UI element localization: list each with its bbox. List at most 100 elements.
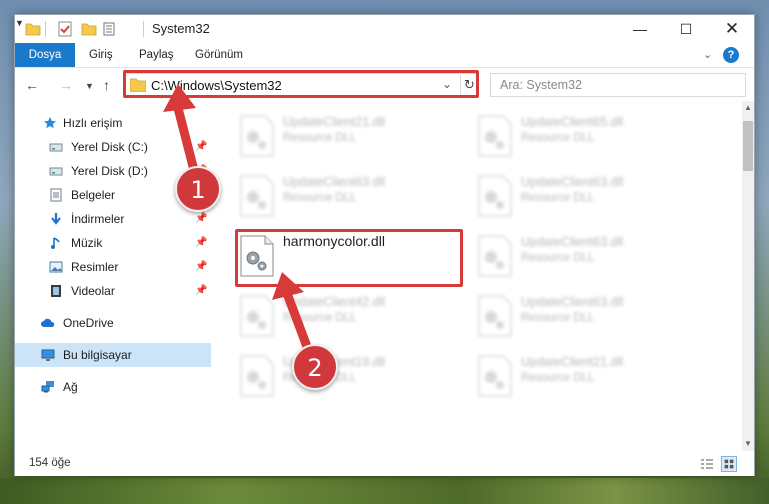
file-name: UpdateClient63.dll xyxy=(521,235,624,249)
list-item-harmonycolor[interactable]: harmonycolor.dll xyxy=(233,229,465,285)
address-bar[interactable]: C:\Windows\System32 ⌄ ↻ xyxy=(125,73,477,97)
list-item[interactable]: UpdateClient63.dll Resource DLL xyxy=(471,289,703,345)
window-title: System32 xyxy=(152,21,210,36)
file-type: Resource DLL xyxy=(521,312,595,324)
list-item[interactable]: UpdateClient21.dll Resource DLL xyxy=(471,349,703,405)
item-count: 154 öğe xyxy=(29,457,71,469)
file-type: Resource DLL xyxy=(283,192,357,204)
pin-icon[interactable]: 📌 xyxy=(195,255,207,279)
list-item[interactable]: UpdateClient42.dll Resource DLL xyxy=(233,289,465,345)
dll-file-icon xyxy=(478,235,512,277)
file-name: UpdateClient65.dll xyxy=(521,115,624,129)
back-arrow-icon[interactable]: ← xyxy=(25,77,39,93)
documents-icon xyxy=(50,188,62,202)
ribbon-tabs: Dosya Giriş Paylaş Görünüm ⌄ ? xyxy=(15,43,754,68)
file-type: Resource DLL xyxy=(521,252,595,264)
file-name: UpdateClient21.dll xyxy=(521,355,624,369)
properties-check-icon[interactable] xyxy=(57,21,73,37)
sidebar-item-downloads[interactable]: İndirmeler 📌 xyxy=(15,207,211,231)
desktop-background xyxy=(0,478,769,504)
sidebar-item-network[interactable]: Ağ xyxy=(15,375,211,399)
address-dropdown-icon[interactable]: ⌄ xyxy=(442,77,452,91)
file-name: UpdateClient63.dll xyxy=(521,175,624,189)
list-item[interactable]: UpdateClient65.dll Resource DLL xyxy=(471,109,703,165)
new-folder-icon[interactable] xyxy=(81,21,97,37)
sidebar-item-pictures[interactable]: Resimler 📌 xyxy=(15,255,211,279)
sidebar-item-label: Bu bilgisayar xyxy=(63,348,132,362)
scroll-up-icon[interactable]: ▲ xyxy=(742,101,754,115)
step-badge-2: 2 xyxy=(292,344,338,390)
pin-icon[interactable]: 📌 xyxy=(195,279,207,303)
toolbar-separator xyxy=(45,21,46,37)
status-bar: 154 öğe xyxy=(15,452,754,476)
video-icon xyxy=(51,285,61,297)
dll-file-icon xyxy=(240,175,274,217)
file-name: UpdateClient63.dll xyxy=(283,175,386,189)
file-type: Resource DLL xyxy=(283,312,357,324)
maximize-button[interactable]: ☐ xyxy=(663,15,709,43)
expand-ribbon-icon[interactable]: ⌄ xyxy=(703,48,712,61)
sidebar-item-local-disk-c[interactable]: Yerel Disk (C:) 📌 xyxy=(15,135,211,159)
tiles-view-icon[interactable] xyxy=(721,456,737,472)
sidebar-item-label: Resimler xyxy=(71,260,119,274)
tab-home[interactable]: Giriş xyxy=(87,43,115,67)
sidebar-item-label: Yerel Disk (D:) xyxy=(71,164,148,178)
sidebar-item-music[interactable]: Müzik 📌 xyxy=(15,231,211,255)
forward-arrow-icon[interactable]: → xyxy=(59,77,73,93)
customize-toolbar-dropdown-icon[interactable]: ▼ xyxy=(15,18,24,28)
list-item[interactable]: UpdateClient21.dll Resource DLL xyxy=(233,109,465,165)
title-separator xyxy=(143,21,144,37)
file-explorer-window: ▼ System32 — ☐ ✕ Dosya Giriş Paylaş Görü… xyxy=(14,14,755,476)
address-row: ← → ▼ ↑ C:\Windows\System32 ⌄ ↻ Ara: Sys… xyxy=(15,69,754,101)
pin-icon[interactable]: 📌 xyxy=(195,231,207,255)
quick-access-toolbar-icon[interactable] xyxy=(103,21,119,37)
dll-file-icon xyxy=(478,115,512,157)
sidebar-item-this-pc[interactable]: Bu bilgisayar xyxy=(15,343,211,367)
sidebar-item-videos[interactable]: Videolar 📌 xyxy=(15,279,211,303)
cloud-icon xyxy=(41,318,55,327)
dll-file-icon xyxy=(240,115,274,157)
scroll-thumb[interactable] xyxy=(743,121,753,171)
sidebar-item-label: Hızlı erişim xyxy=(63,116,123,130)
list-item[interactable]: UpdateClient63.dll Resource DLL xyxy=(471,229,703,285)
tab-view[interactable]: Görünüm xyxy=(193,43,245,67)
tab-file[interactable]: Dosya xyxy=(15,43,75,67)
sidebar-item-label: Yerel Disk (C:) xyxy=(71,140,148,154)
help-icon[interactable]: ? xyxy=(723,47,739,63)
dll-file-icon xyxy=(478,355,512,397)
tab-share[interactable]: Paylaş xyxy=(137,43,176,67)
file-name: UpdateClient63.dll xyxy=(521,295,624,309)
music-icon xyxy=(51,237,60,249)
sidebar-item-label: İndirmeler xyxy=(71,212,125,226)
file-type: Resource DLL xyxy=(521,132,595,144)
up-arrow-icon[interactable]: ↑ xyxy=(103,77,110,93)
download-icon xyxy=(51,213,61,225)
sidebar-item-label: Müzik xyxy=(71,236,103,250)
sidebar-item-onedrive[interactable]: OneDrive xyxy=(15,311,211,335)
folder-icon xyxy=(130,78,146,92)
vertical-scrollbar[interactable]: ▲ ▼ xyxy=(742,101,754,451)
step-badge-1: 1 xyxy=(175,166,221,212)
dll-file-icon xyxy=(240,355,274,397)
file-list: UpdateClient21.dll Resource DLL UpdateCl… xyxy=(233,105,727,445)
sidebar-item-label: Ağ xyxy=(63,380,78,394)
list-item[interactable]: UpdateClient63.dll Resource DLL xyxy=(471,169,703,225)
list-item[interactable]: UpdateClient63.dll Resource DLL xyxy=(233,169,465,225)
drive-icon xyxy=(49,167,63,176)
address-path[interactable]: C:\Windows\System32 xyxy=(151,78,282,93)
search-input[interactable]: Ara: System32 xyxy=(490,73,746,97)
list-item[interactable]: UpdateClient19.dll Resource DLL xyxy=(233,349,465,405)
title-bar: ▼ System32 — ☐ ✕ xyxy=(15,15,754,43)
details-view-icon[interactable] xyxy=(700,457,714,471)
refresh-icon[interactable]: ↻ xyxy=(460,75,478,95)
recent-locations-icon[interactable]: ▼ xyxy=(85,81,94,91)
scroll-down-icon[interactable]: ▼ xyxy=(742,437,754,451)
pin-icon[interactable]: 📌 xyxy=(195,135,207,159)
star-icon xyxy=(44,117,56,129)
close-button[interactable]: ✕ xyxy=(709,15,755,43)
sidebar-item-quick-access[interactable]: Hızlı erişim xyxy=(15,111,211,135)
pictures-icon xyxy=(49,261,63,273)
minimize-button[interactable]: — xyxy=(617,15,663,43)
folder-icon[interactable] xyxy=(25,21,41,37)
sidebar-item-label: Videolar xyxy=(71,284,115,298)
